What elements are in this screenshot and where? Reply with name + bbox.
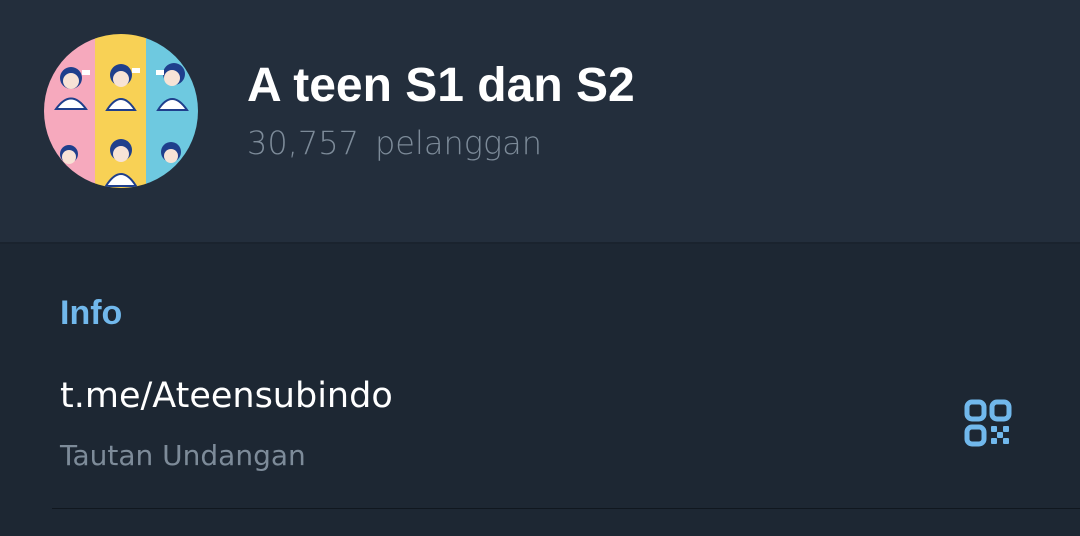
invite-link-caption: Tautan Undangan [60,439,306,472]
invite-link[interactable]: t.me/Ateensubindo [60,376,393,416]
subscriber-label: pelanggan [374,124,543,162]
info-section-title: Info [60,294,123,332]
subscriber-count: 30,757 pelanggan [247,124,542,162]
avatar-image [44,34,198,188]
subscriber-number: 30,757 [247,124,359,162]
header-divider [0,242,1080,244]
qr-code-button[interactable] [958,394,1018,454]
channel-title: A teen S1 dan S2 [247,59,635,112]
row-divider [52,508,1080,509]
channel-avatar[interactable] [44,34,198,188]
qr-code-icon [964,399,1012,447]
